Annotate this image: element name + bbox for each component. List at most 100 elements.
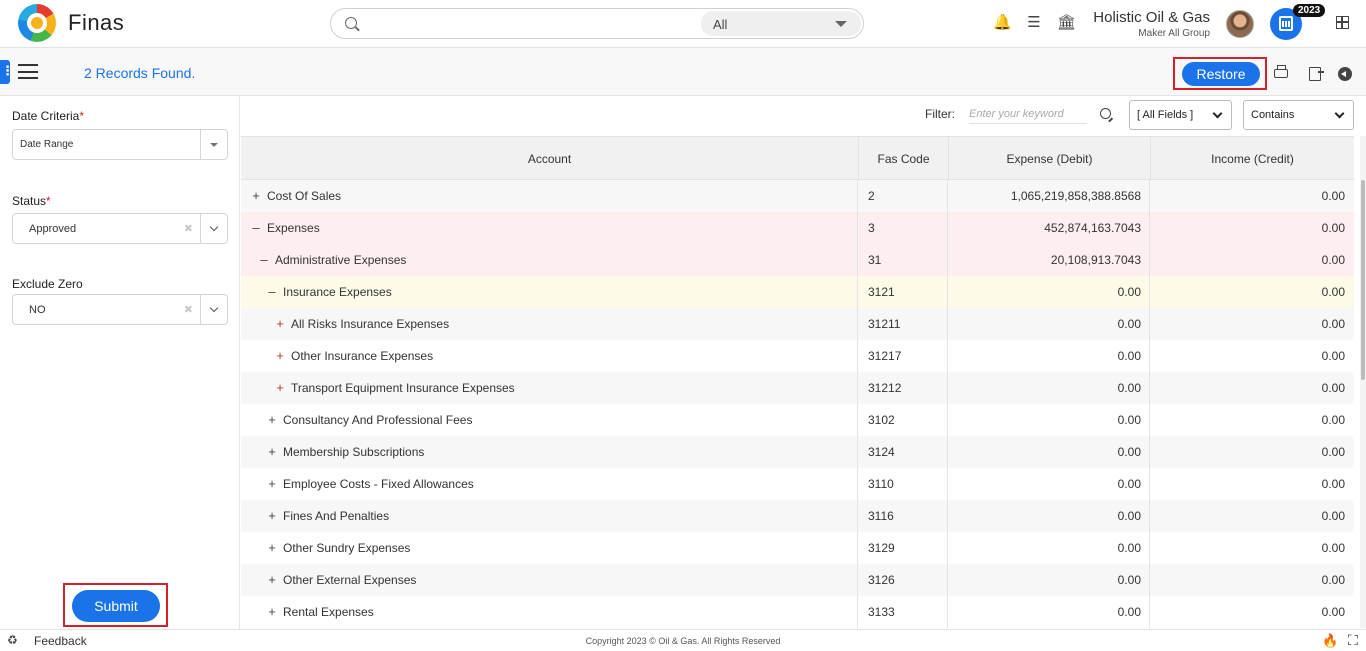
status-label-text: Status	[12, 194, 47, 208]
expand-icon[interactable]: +	[251, 180, 261, 212]
export-icon[interactable]	[1309, 67, 1324, 81]
print-icon[interactable]	[1274, 65, 1288, 78]
status-select[interactable]: Approved ✖	[12, 213, 228, 244]
table-row[interactable]: + All Risks Insurance Expenses 31211 0.00…	[241, 308, 1354, 340]
expand-icon[interactable]: +	[267, 436, 277, 468]
expand-icon[interactable]: +	[267, 596, 277, 628]
fas-code: 31212	[859, 372, 948, 404]
filter-field-select[interactable]: [ All Fields ]	[1129, 100, 1232, 130]
filter-match-value: Contains	[1251, 109, 1295, 121]
expand-icon[interactable]: +	[275, 372, 285, 404]
submit-button[interactable]: Submit	[72, 590, 160, 622]
table-row[interactable]: + Other Insurance Expenses 31217 0.00 0.0…	[241, 340, 1354, 372]
account-name: Membership Subscriptions	[283, 445, 425, 459]
search-icon[interactable]	[1100, 108, 1111, 119]
table-row[interactable]: + Consultancy And Professional Fees 3102 …	[241, 404, 1354, 436]
filter-match-select[interactable]: Contains	[1243, 100, 1354, 130]
bell-icon[interactable]: 🔔	[993, 14, 1012, 32]
fas-code: 3110	[859, 468, 948, 500]
exclude-zero-select[interactable]: NO ✖	[12, 294, 228, 325]
expense-value: 0.00	[949, 564, 1150, 596]
income-value: 0.00	[1321, 605, 1345, 619]
date-criteria-select[interactable]: Date Range	[12, 129, 228, 160]
grid-scrollbar[interactable]	[1360, 136, 1366, 628]
year-badge: 2023	[1293, 4, 1326, 17]
back-icon[interactable]	[1338, 67, 1352, 81]
expand-icon[interactable]: +	[275, 308, 285, 340]
search-scope-select[interactable]: All	[701, 11, 861, 36]
collapse-icon[interactable]: –	[259, 244, 269, 276]
search-scope-value: All	[713, 17, 728, 32]
table-row[interactable]: – Insurance Expenses 3121 0.00 0.00	[241, 276, 1354, 308]
expand-icon[interactable]: +	[275, 340, 285, 372]
column-header-expense[interactable]: Expense (Debit)	[949, 137, 1151, 181]
fas-code: 31217	[859, 340, 948, 372]
expense-value: 0.00	[949, 468, 1150, 500]
expense-value: 452,874,163.7043	[949, 212, 1150, 244]
organization-info[interactable]: Holistic Oil & Gas Maker All Group	[1093, 9, 1210, 39]
scrollbar-thumb[interactable]	[1361, 180, 1365, 380]
table-row[interactable]: + Fines And Penalties 3116 0.00 0.00	[241, 500, 1354, 532]
table-row[interactable]: + Cost Of Sales 2 1,065,219,858,388.8568 …	[241, 180, 1354, 212]
search-icon	[345, 17, 357, 29]
date-criteria-value: Date Range	[20, 139, 74, 150]
income-value: 0.00	[1321, 541, 1345, 555]
filter-keyword-input[interactable]	[969, 104, 1087, 124]
apps-grid-icon[interactable]	[1336, 16, 1349, 29]
fas-code: 3102	[859, 404, 948, 436]
caret-down-icon	[210, 143, 218, 147]
fas-code: 3133	[859, 596, 948, 628]
table-row[interactable]: + Other Sundry Expenses 3129 0.00 0.00	[241, 532, 1354, 564]
income-value: 0.00	[1321, 477, 1345, 491]
calendar-icon	[1279, 16, 1293, 31]
date-criteria-label-text: Date Criteria	[12, 109, 80, 123]
clear-icon[interactable]: ✖	[184, 222, 193, 235]
chevron-down-icon	[1212, 108, 1223, 119]
expand-icon[interactable]: +	[267, 532, 277, 564]
income-value: 0.00	[1321, 509, 1345, 523]
clear-icon[interactable]: ✖	[184, 303, 193, 316]
checklist-icon[interactable]: ☰	[1025, 14, 1043, 32]
expense-value: 1,065,219,858,388.8568	[949, 180, 1150, 212]
account-name: Rental Expenses	[283, 605, 374, 619]
bank-icon[interactable]: 🏛	[1057, 14, 1076, 32]
fas-code: 31211	[859, 308, 948, 340]
column-header-fas-code[interactable]: Fas Code	[859, 137, 949, 181]
search-input[interactable]	[365, 14, 695, 34]
expand-icon[interactable]: +	[267, 564, 277, 596]
filter-label: Filter:	[925, 107, 955, 121]
restore-button[interactable]: Restore	[1182, 62, 1260, 86]
fas-code: 3121	[859, 276, 948, 308]
table-row[interactable]: + Membership Subscriptions 3124 0.00 0.00	[241, 436, 1354, 468]
fullscreen-icon[interactable]: ⛶	[1348, 632, 1358, 649]
fire-icon[interactable]: 🔥	[1322, 633, 1338, 649]
table-row[interactable]: + Rental Expenses 3133 0.00 0.00	[241, 596, 1354, 628]
account-name: Cost Of Sales	[267, 189, 342, 203]
income-value: 0.00	[1321, 445, 1345, 459]
filter-panel: Date Criteria* Date Range Status* Approv…	[0, 96, 240, 629]
table-row[interactable]: + Employee Costs - Fixed Allowances 3110 …	[241, 468, 1354, 500]
expense-value: 0.00	[949, 276, 1150, 308]
expand-icon[interactable]: +	[267, 468, 277, 500]
expense-value: 0.00	[949, 372, 1150, 404]
table-row[interactable]: + Other External Expenses 3126 0.00 0.00	[241, 564, 1354, 596]
finas-logo-icon[interactable]	[18, 4, 56, 42]
collapse-icon[interactable]: –	[267, 276, 277, 308]
expand-icon[interactable]: +	[267, 404, 277, 436]
column-header-income[interactable]: Income (Credit)	[1151, 137, 1354, 181]
collapse-icon[interactable]: –	[251, 212, 261, 244]
side-panel-toggle[interactable]	[0, 60, 14, 84]
user-avatar[interactable]	[1226, 10, 1254, 38]
account-name: Other Insurance Expenses	[291, 349, 434, 363]
table-row[interactable]: + Transport Equipment Insurance Expenses …	[241, 372, 1354, 404]
table-row[interactable]: – Expenses 3 452,874,163.7043 0.00	[241, 212, 1354, 244]
expand-icon[interactable]: +	[267, 500, 277, 532]
column-header-account[interactable]: Account	[241, 137, 859, 181]
income-value: 0.00	[1321, 381, 1345, 395]
top-header: Finas All 🔔 ☰ 🏛 Holistic Oil & Gas Maker…	[0, 0, 1366, 48]
menu-icon[interactable]	[18, 64, 38, 79]
expense-value: 0.00	[949, 308, 1150, 340]
brand-name: Finas	[68, 10, 125, 35]
table-row[interactable]: – Administrative Expenses 31 20,108,913.7…	[241, 244, 1354, 276]
expense-value: 0.00	[949, 596, 1150, 628]
